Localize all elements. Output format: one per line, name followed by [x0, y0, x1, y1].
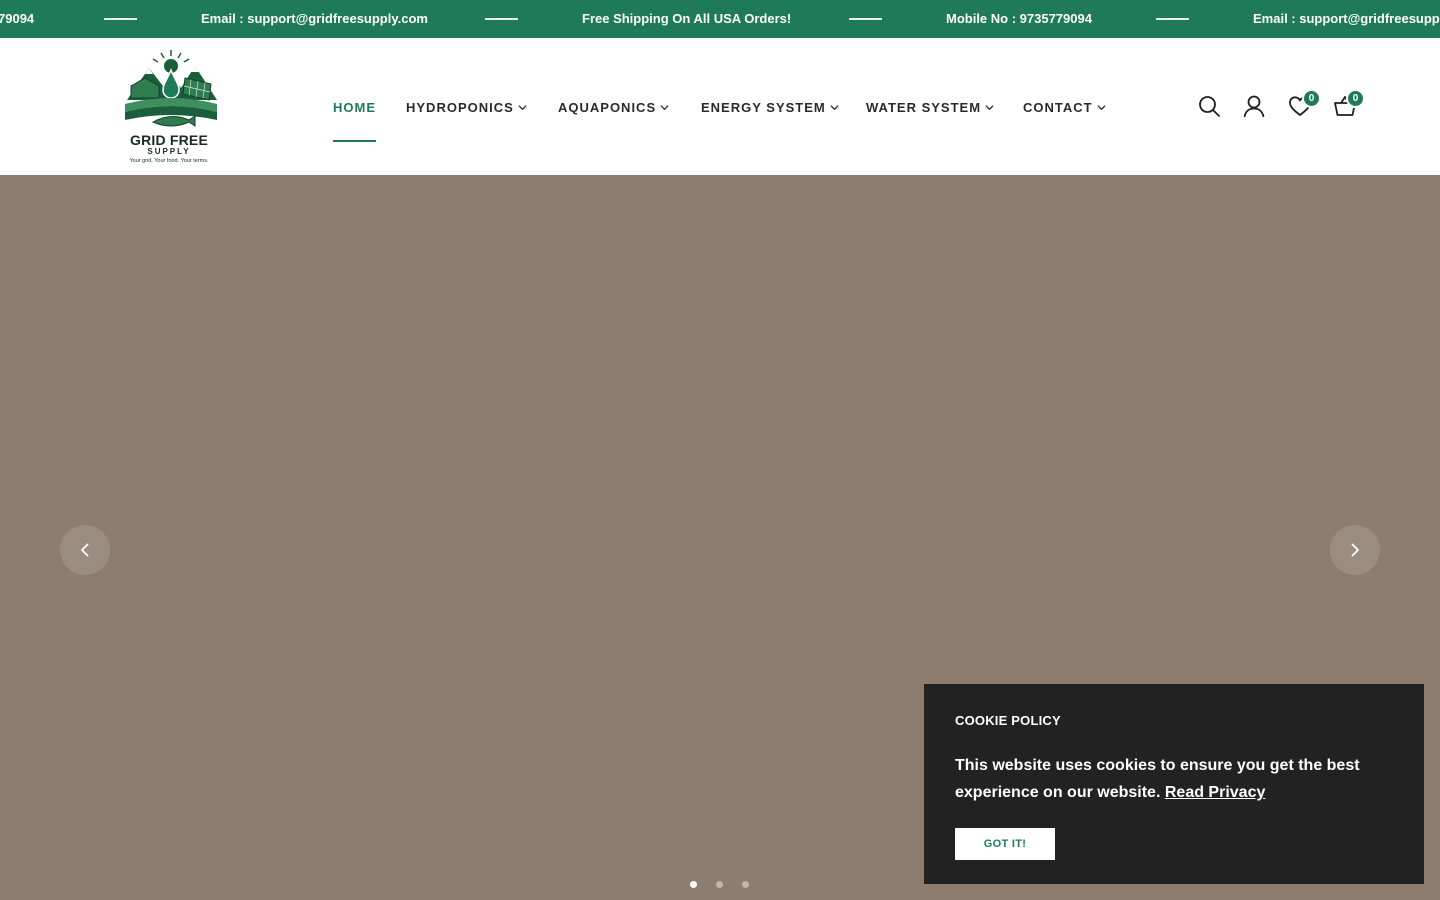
announcement-divider	[849, 18, 882, 20]
nav-home[interactable]: HOME	[333, 100, 376, 115]
announcement-divider	[104, 18, 137, 20]
slider-dot[interactable]	[690, 881, 697, 888]
slider-dot[interactable]	[716, 881, 723, 888]
slider-next-button[interactable]	[1330, 525, 1380, 575]
site-header: GRID FREE SUPPLY Your grid. Your food. Y…	[0, 38, 1440, 175]
announcement-divider	[485, 18, 518, 20]
logo-subtitle: SUPPLY	[147, 147, 191, 156]
announcement-item: 79094	[0, 11, 35, 26]
account-button[interactable]	[1242, 94, 1268, 120]
nav-contact[interactable]: CONTACT	[1023, 100, 1106, 115]
slider-dot[interactable]	[742, 881, 749, 888]
nav-label: ENERGY SYSTEM	[701, 100, 826, 115]
announcement-divider	[1156, 18, 1189, 20]
logo-title: GRID FREE	[129, 132, 209, 148]
announcement-item: Email : support@gridfreesupply	[1253, 11, 1440, 26]
cookie-message-text: This website uses cookies to ensure you …	[955, 757, 1360, 801]
chevron-right-icon	[1351, 543, 1359, 557]
nav-label: CONTACT	[1023, 100, 1093, 115]
cookie-title: COOKIE POLICY	[955, 713, 1061, 728]
chevron-down-icon	[985, 105, 994, 111]
cookie-popup: COOKIE POLICY This website uses cookies …	[924, 684, 1424, 884]
nav-aquaponics[interactable]: AQUAPONICS	[558, 100, 669, 115]
chevron-down-icon	[830, 105, 839, 111]
nav-label: HYDROPONICS	[406, 100, 514, 115]
site-logo[interactable]: GRID FREE SUPPLY Your grid. Your food. Y…	[115, 48, 225, 164]
cookie-message: This website uses cookies to ensure you …	[955, 752, 1375, 806]
nav-label: AQUAPONICS	[558, 100, 657, 115]
cart-button[interactable]: 0	[1333, 89, 1365, 120]
nav-label: HOME	[333, 100, 376, 115]
got-it-button[interactable]: GOT IT!	[955, 828, 1055, 860]
wishlist-button[interactable]: 0	[1288, 89, 1321, 120]
cart-count-badge: 0	[1346, 89, 1365, 108]
read-privacy-link[interactable]: Read Privacy	[1165, 784, 1266, 801]
chevron-left-icon	[81, 543, 89, 557]
announcement-bar: 79094 Email : support@gridfreesupply.com…	[0, 0, 1440, 38]
announcement-item: Mobile No : 9735779094	[946, 11, 1092, 26]
chevron-down-icon	[518, 105, 527, 111]
user-icon	[1243, 95, 1265, 118]
announcement-item: Free Shipping On All USA Orders!	[582, 11, 792, 26]
nav-energy-system[interactable]: ENERGY SYSTEM	[701, 100, 839, 115]
wishlist-count-badge: 0	[1302, 89, 1321, 108]
search-icon	[1199, 96, 1220, 117]
chevron-down-icon	[1097, 105, 1106, 111]
slider-prev-button[interactable]	[60, 525, 110, 575]
nav-hydroponics[interactable]: HYDROPONICS	[406, 100, 527, 115]
logo-tagline: Your grid. Your food. Your terms.	[129, 158, 209, 164]
chevron-down-icon	[660, 105, 669, 111]
search-button[interactable]	[1197, 94, 1223, 120]
nav-water-system[interactable]: WATER SYSTEM	[866, 100, 994, 115]
nav-active-indicator	[333, 140, 376, 142]
logo-emblem-icon	[125, 50, 217, 127]
announcement-item: Email : support@gridfreesupply.com	[201, 11, 428, 26]
nav-label: WATER SYSTEM	[866, 100, 982, 115]
